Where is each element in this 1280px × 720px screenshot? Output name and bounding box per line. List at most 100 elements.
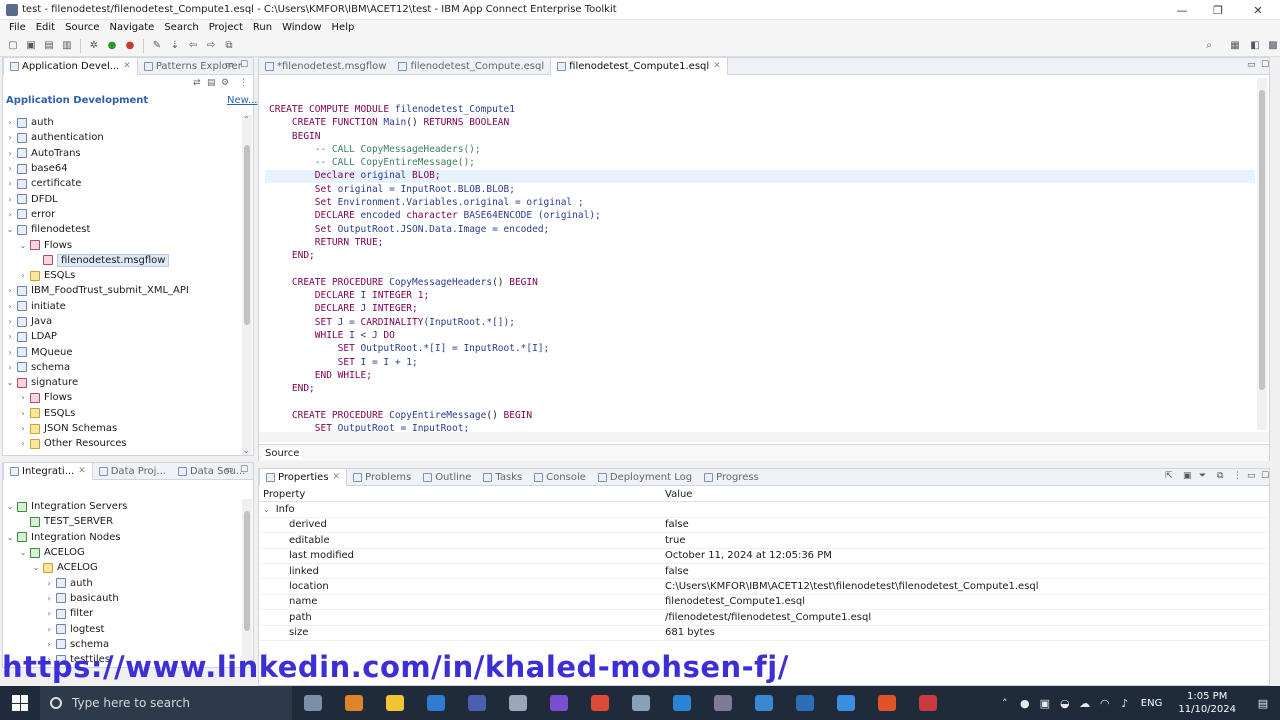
taskbar-app-icon[interactable] xyxy=(825,686,866,720)
network-icon[interactable]: ◒ xyxy=(1055,697,1075,710)
property-row[interactable]: location C:\Users\KMFOR\IBM\ACET12\test\f… xyxy=(259,579,1269,595)
tree-item[interactable]: › ESQLs xyxy=(5,406,239,421)
editor-tab[interactable]: filenodetest_Compute1.esql ✕ xyxy=(550,57,728,75)
tab-data-project[interactable]: Data Proj... xyxy=(93,463,172,480)
tree-item[interactable]: › Other Resources xyxy=(5,436,239,451)
tree-item[interactable]: ⌄ ACELOG xyxy=(5,545,239,560)
tree-item[interactable]: ⌄ Integration Nodes xyxy=(5,530,239,545)
minimize-editor-icon[interactable]: ▭ xyxy=(1247,60,1256,70)
twisty-icon[interactable]: › xyxy=(5,118,15,127)
app-dev-scrollbar[interactable]: ⌃ ⌄ xyxy=(242,115,252,455)
search-icon[interactable]: ⌕ xyxy=(1202,39,1216,53)
tree-item[interactable]: › DFDL xyxy=(5,191,239,206)
tab-source[interactable]: Source xyxy=(263,448,302,459)
tab-deployment-log[interactable]: Deployment Log xyxy=(592,469,698,486)
filter-icon[interactable]: ⚙ xyxy=(221,78,229,88)
taskbar-app-icon[interactable] xyxy=(292,686,333,720)
twisty-icon[interactable]: › xyxy=(18,439,28,448)
tree-item[interactable]: ⌄ filenodetest xyxy=(5,222,239,237)
tree-item[interactable]: › auth xyxy=(5,575,239,590)
property-row[interactable]: linked false xyxy=(259,564,1269,580)
run-icon[interactable]: ● xyxy=(105,39,119,53)
twisty-icon[interactable]: › xyxy=(18,409,28,418)
menu-window[interactable]: Window xyxy=(277,22,326,33)
minimize-view-icon[interactable]: ▭ xyxy=(1247,471,1256,481)
view-menu-icon[interactable]: ⋮ xyxy=(1233,471,1242,481)
collapse-all-icon[interactable]: ▤ xyxy=(207,78,216,88)
back-icon[interactable]: ⇦ xyxy=(186,39,200,53)
tab-application-development[interactable]: Application Devel... ✕ xyxy=(3,57,138,75)
tree-item[interactable]: ⌄ Flows xyxy=(5,237,239,252)
filter-icon[interactable]: ⏷ xyxy=(1199,471,1206,481)
clock[interactable]: 1:05 PM 11/10/2024 xyxy=(1178,690,1236,716)
save-all-icon[interactable]: ▤ xyxy=(42,39,56,53)
property-row[interactable]: last modified October 11, 2024 at 12:05:3… xyxy=(259,549,1269,564)
twisty-icon[interactable]: › xyxy=(5,286,15,295)
deploy-icon[interactable]: ● xyxy=(123,39,137,53)
tree-item[interactable]: › basicauth xyxy=(5,591,239,606)
tree-item[interactable]: ⌄ signature xyxy=(5,375,239,390)
taskbar-app-icon[interactable] xyxy=(415,686,456,720)
taskbar-app-icon[interactable] xyxy=(538,686,579,720)
pin-icon[interactable]: ⇱ xyxy=(1165,471,1173,481)
integration-scrollbar[interactable] xyxy=(242,499,252,667)
tree-item[interactable]: › JSON Schemas xyxy=(5,421,239,436)
menu-edit[interactable]: Edit xyxy=(31,22,60,33)
twisty-icon[interactable]: › xyxy=(18,424,28,433)
taskbar-app-icon[interactable] xyxy=(661,686,702,720)
close-button[interactable]: ✕ xyxy=(1240,0,1276,20)
taskbar-app-icon[interactable] xyxy=(702,686,743,720)
scroll-down-icon[interactable]: ⌄ xyxy=(243,446,250,455)
save-icon[interactable]: ▣ xyxy=(24,39,38,53)
twisty-icon[interactable]: › xyxy=(5,348,15,357)
tree-item[interactable]: › schema xyxy=(5,360,239,375)
taskbar-app-icon[interactable] xyxy=(866,686,907,720)
tree-item[interactable]: ⌄ ACELOG xyxy=(5,560,239,575)
twisty-icon[interactable]: › xyxy=(5,363,15,372)
tab-console[interactable]: Console xyxy=(528,469,592,486)
integration-perspective-icon[interactable]: ◧ xyxy=(1248,39,1262,53)
tree-item[interactable]: › ESQLs xyxy=(5,268,239,283)
taskbar-search[interactable]: Type here to search xyxy=(40,686,292,720)
annotation-icon[interactable]: ⇣ xyxy=(168,39,182,53)
property-row[interactable]: name filenodetest_Compute1.esql xyxy=(259,595,1269,611)
minimize-button[interactable]: — xyxy=(1164,0,1200,20)
perspective-icon[interactable]: ▦ xyxy=(1228,39,1242,53)
tree-item[interactable]: › base64 xyxy=(5,161,239,176)
property-row[interactable]: path/filenodetest/filenodetest_Compute1.… xyxy=(259,610,1269,626)
tree-item[interactable]: › filter xyxy=(5,606,239,621)
menu-file[interactable]: File xyxy=(4,22,31,33)
twisty-icon[interactable]: › xyxy=(5,195,15,204)
notifications-icon[interactable]: ▤ xyxy=(1246,697,1280,710)
tree-item[interactable]: › logtest xyxy=(5,621,239,636)
maximize-editor-icon[interactable]: ☐ xyxy=(1261,60,1269,70)
menu-help[interactable]: Help xyxy=(327,22,360,33)
editor-tab[interactable]: *filenodetest.msgflow xyxy=(259,58,392,75)
scrollbar-thumb[interactable] xyxy=(1259,90,1265,390)
twisty-icon[interactable]: ⌄ xyxy=(5,225,15,234)
tab-tasks[interactable]: Tasks xyxy=(477,469,528,486)
property-row[interactable]: editable true xyxy=(259,533,1269,549)
close-tab-icon[interactable]: ✕ xyxy=(333,472,341,482)
start-button[interactable] xyxy=(0,686,40,720)
twisty-icon[interactable]: › xyxy=(5,164,15,173)
taskbar-app-icon[interactable] xyxy=(333,686,374,720)
tree-item[interactable]: › certificate xyxy=(5,176,239,191)
twisty-icon[interactable]: ⌄ xyxy=(5,502,15,511)
taskbar-app-icon[interactable] xyxy=(620,686,661,720)
new-link[interactable]: New... xyxy=(227,95,257,106)
scrollbar-thumb[interactable] xyxy=(244,511,250,631)
property-row[interactable]: size 681 bytes xyxy=(259,626,1269,641)
open-perspective-icon[interactable]: ⧉ xyxy=(222,39,236,53)
maximize-view-icon[interactable]: ☐ xyxy=(240,60,248,70)
debug-icon[interactable]: ✲ xyxy=(87,39,101,53)
taskbar-app-icon[interactable] xyxy=(743,686,784,720)
twisty-icon[interactable]: ⌄ xyxy=(5,533,15,542)
taskbar-app-icon[interactable] xyxy=(784,686,825,720)
twisty-icon[interactable]: ⌄ xyxy=(31,563,41,572)
twisty-icon[interactable]: ⌄ xyxy=(5,378,15,387)
tab-progress[interactable]: Progress xyxy=(698,469,765,486)
tree-item[interactable]: › auth xyxy=(5,115,239,130)
minimize-view-icon[interactable]: ▭ xyxy=(225,465,234,475)
tree-item[interactable]: › error xyxy=(5,207,239,222)
